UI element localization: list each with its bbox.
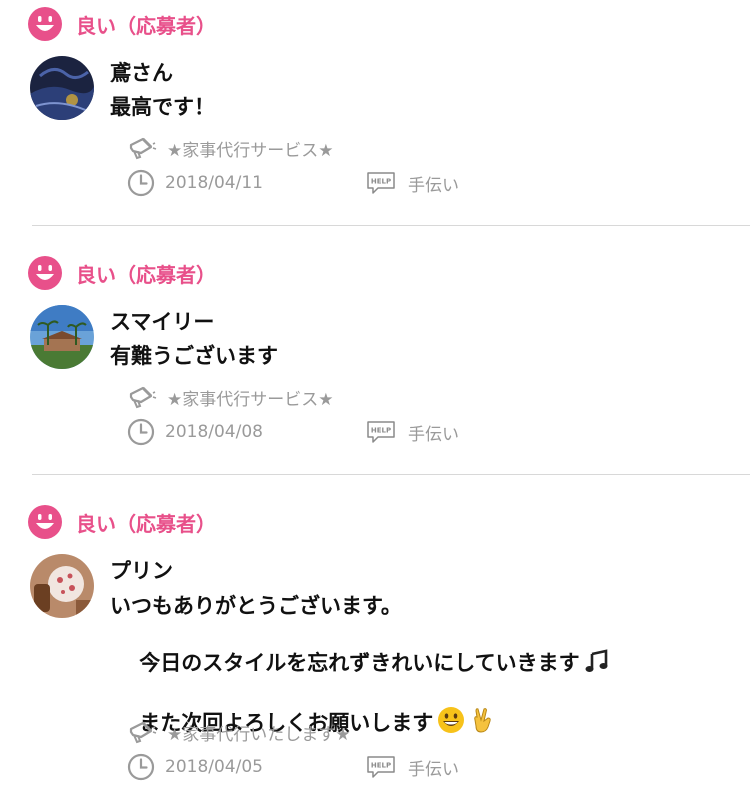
category-tag: 手伝い xyxy=(366,752,459,782)
grinning-face-icon xyxy=(438,707,465,733)
service-title: ★家事代行いたします★ xyxy=(167,724,351,745)
user-name[interactable]: プリン xyxy=(110,558,173,584)
service-row[interactable]: ★家事代行いたします★ xyxy=(127,717,350,747)
category-label: 手伝い xyxy=(408,175,459,196)
divider xyxy=(32,474,750,475)
smiley-face-icon xyxy=(28,505,62,539)
victory-hand-icon xyxy=(474,708,491,733)
rating-row: 良い（応募者） xyxy=(28,255,216,291)
clock-icon xyxy=(127,418,155,446)
service-title: ★家事代行サービス★ xyxy=(167,389,334,410)
category-tag: 手伝い xyxy=(366,417,459,447)
avatar[interactable] xyxy=(30,554,94,618)
service-row[interactable]: ★家事代行サービス★ xyxy=(127,382,333,412)
date-row: 2018/04/05 xyxy=(127,752,263,782)
review-comment: 最高です！ xyxy=(110,95,215,119)
review-date: 2018/04/05 xyxy=(165,757,263,777)
date-row: 2018/04/11 xyxy=(127,168,263,198)
service-row[interactable]: ★家事代行サービス★ xyxy=(127,133,333,163)
clock-icon xyxy=(127,169,155,197)
music-notes-icon xyxy=(585,649,608,672)
rating-label: 良い（応募者） xyxy=(76,262,216,287)
megaphone-icon xyxy=(127,719,157,745)
review-date: 2018/04/08 xyxy=(165,422,263,442)
service-title: ★家事代行サービス★ xyxy=(167,140,334,161)
review-date: 2018/04/11 xyxy=(165,173,263,193)
review-comment-line: いつもありがとうございます。 xyxy=(110,594,402,618)
avatar[interactable] xyxy=(30,305,94,369)
megaphone-icon xyxy=(127,384,157,410)
clock-icon xyxy=(127,753,155,781)
category-label: 手伝い xyxy=(408,424,459,445)
rating-row: 良い（応募者） xyxy=(28,504,216,540)
user-name[interactable]: スマイリー xyxy=(110,309,214,335)
smiley-face-icon xyxy=(28,256,62,290)
comment-text: 今日のスタイルを忘れずきれいにしていきます xyxy=(139,651,580,675)
divider xyxy=(32,225,750,226)
rating-label: 良い（応募者） xyxy=(76,13,216,38)
category-label: 手伝い xyxy=(408,759,459,780)
smiley-face-icon xyxy=(28,7,62,41)
avatar[interactable] xyxy=(30,56,94,120)
rating-label: 良い（応募者） xyxy=(76,511,216,536)
rating-row: 良い（応募者） xyxy=(28,6,216,42)
user-name[interactable]: 鳶さん xyxy=(110,60,173,86)
date-row: 2018/04/08 xyxy=(127,417,263,447)
review-comment: 有難うございます xyxy=(110,344,278,368)
category-tag: 手伝い xyxy=(366,168,459,198)
help-tag-icon xyxy=(366,755,396,779)
help-tag-icon xyxy=(366,171,396,195)
help-tag-icon xyxy=(366,420,396,444)
megaphone-icon xyxy=(127,135,157,161)
